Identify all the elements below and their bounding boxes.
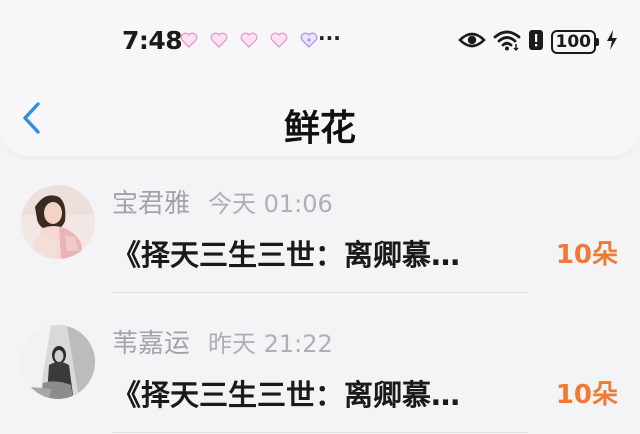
status-time: 7:48 — [122, 26, 183, 55]
gift-list: 宝君雅 今天 01:06 《择天三生三世：离卿慕… 10朵 苇嘉运 昨天 21:… — [0, 156, 640, 434]
more-notifications-indicator: ··· — [318, 26, 341, 50]
divider — [112, 292, 528, 293]
nav-bar: 鲜花 — [0, 82, 640, 156]
sender-name: 苇嘉运 — [112, 329, 191, 359]
alert-icon — [528, 29, 544, 55]
heart-notification-icon — [240, 32, 258, 48]
sent-time: 今天 01:06 — [208, 190, 333, 218]
heart-notification-icon — [300, 32, 318, 48]
book-title: 《择天三生三世：离卿慕… — [112, 378, 461, 412]
battery-icon: 100 — [550, 30, 599, 54]
wifi-icon — [493, 29, 521, 55]
eye-icon — [457, 30, 486, 54]
screen: 7:48 ··· 100 鲜花 宝君雅 今天 01:06 《择天三生三世：离卿慕… — [0, 0, 640, 434]
avatar[interactable] — [21, 185, 95, 259]
book-title: 《择天三生三世：离卿慕… — [112, 238, 461, 272]
flower-count: 10朵 — [555, 380, 618, 410]
list-item[interactable]: 宝君雅 今天 01:06 《择天三生三世：离卿慕… 10朵 — [0, 156, 640, 296]
status-right-icons: 100 — [457, 29, 619, 55]
sent-time: 昨天 21:22 — [208, 330, 333, 358]
heart-notification-icon — [270, 32, 288, 48]
flower-count: 10朵 — [555, 240, 618, 270]
sender-name: 宝君雅 — [112, 189, 191, 219]
list-item[interactable]: 苇嘉运 昨天 21:22 《择天三生三世：离卿慕… 10朵 — [0, 296, 640, 434]
page-title: 鲜花 — [283, 108, 356, 149]
divider — [112, 432, 528, 433]
status-bar: 7:48 ··· 100 — [0, 0, 640, 82]
avatar[interactable] — [21, 325, 95, 399]
heart-notification-icon — [180, 32, 198, 48]
battery-level: 100 — [550, 30, 596, 54]
heart-notification-icon — [210, 32, 228, 48]
charging-icon — [606, 29, 618, 55]
notification-icons — [180, 32, 318, 48]
